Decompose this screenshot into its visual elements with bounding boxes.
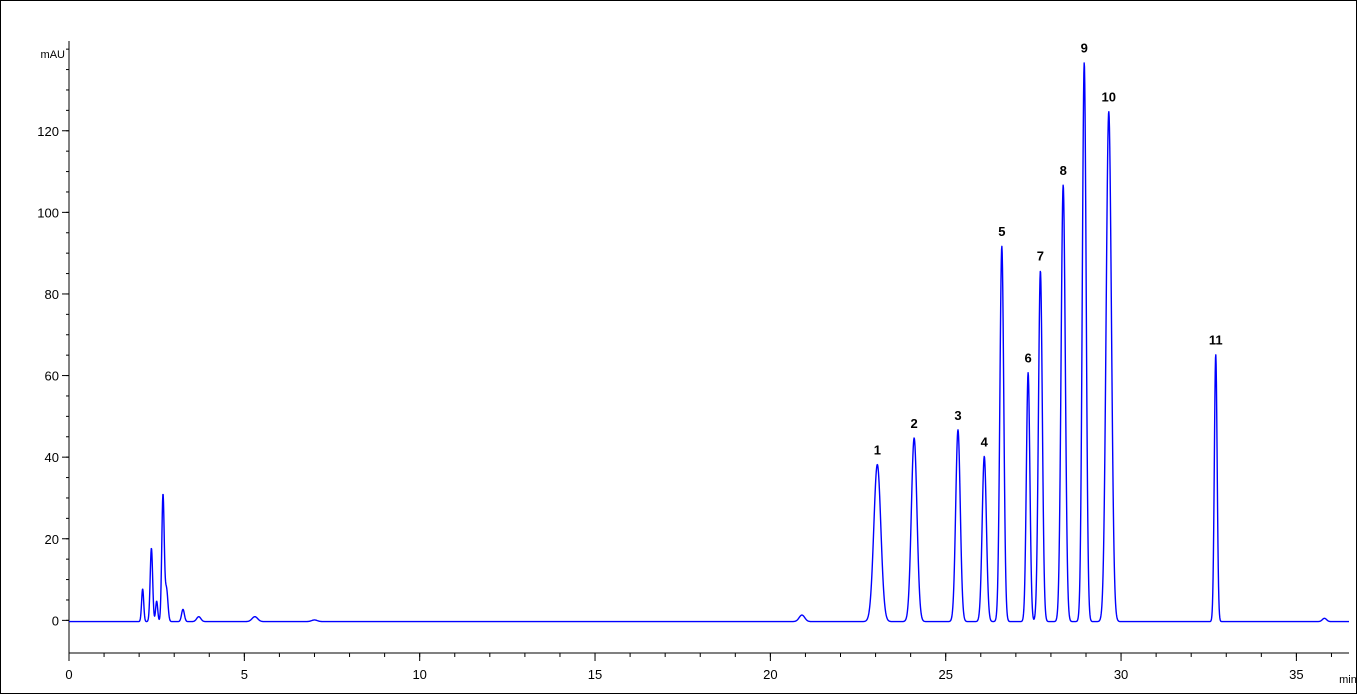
peak-label-3: 3 [954,408,961,423]
y-axis-unit-label: mAU [41,49,66,61]
x-tick-label: 5 [241,667,248,682]
x-tick-label: 25 [938,667,952,682]
peak-label-6: 6 [1025,351,1032,366]
y-tick-label: 40 [45,450,59,465]
peak-label-11: 11 [1209,332,1223,347]
x-tick-label: 35 [1289,667,1303,682]
chromatogram-chart: 0204060801001200 5 10 15 20 25 30 35 1234567891… [37,41,1356,686]
peak-label-2: 2 [911,416,918,431]
peak-label-7: 7 [1037,249,1044,264]
y-tick-label: 100 [37,205,59,220]
x-axis-unit-label: min [1339,674,1356,686]
peak-labels: 1 2 3 4 5 6 7 8 9 10 11 [874,41,1223,458]
x-tick-label: 15 [588,667,602,682]
y-tick-label: 120 [37,124,59,139]
peak-label-5: 5 [998,224,1005,239]
peak-label-9: 9 [1081,41,1088,56]
x-tick-label: 0 [65,667,72,682]
axis-tick-labels: 0204060801001200 5 10 15 20 25 30 35 [37,124,1303,682]
peak-label-4: 4 [981,434,989,449]
axes [68,41,1349,654]
y-tick-label: 80 [45,287,59,302]
peak-label-8: 8 [1060,163,1067,178]
chromatogram-frame: 0 20 40 60 80 100 120 0 5 10 15 20 25 30 35 1234567891… [0,0,1357,694]
y-tick-label: 20 [45,532,59,547]
peak-label-1: 1 [874,443,881,458]
x-tick-label: 10 [412,667,426,682]
y-tick-label: 0 [52,613,59,628]
chromatogram-trace [68,62,1350,623]
axis-ticks [62,48,1332,661]
y-tick-label: 60 [45,369,59,384]
peak-label-10: 10 [1102,90,1116,105]
x-tick-label: 20 [763,667,777,682]
x-tick-label: 30 [1114,667,1128,682]
